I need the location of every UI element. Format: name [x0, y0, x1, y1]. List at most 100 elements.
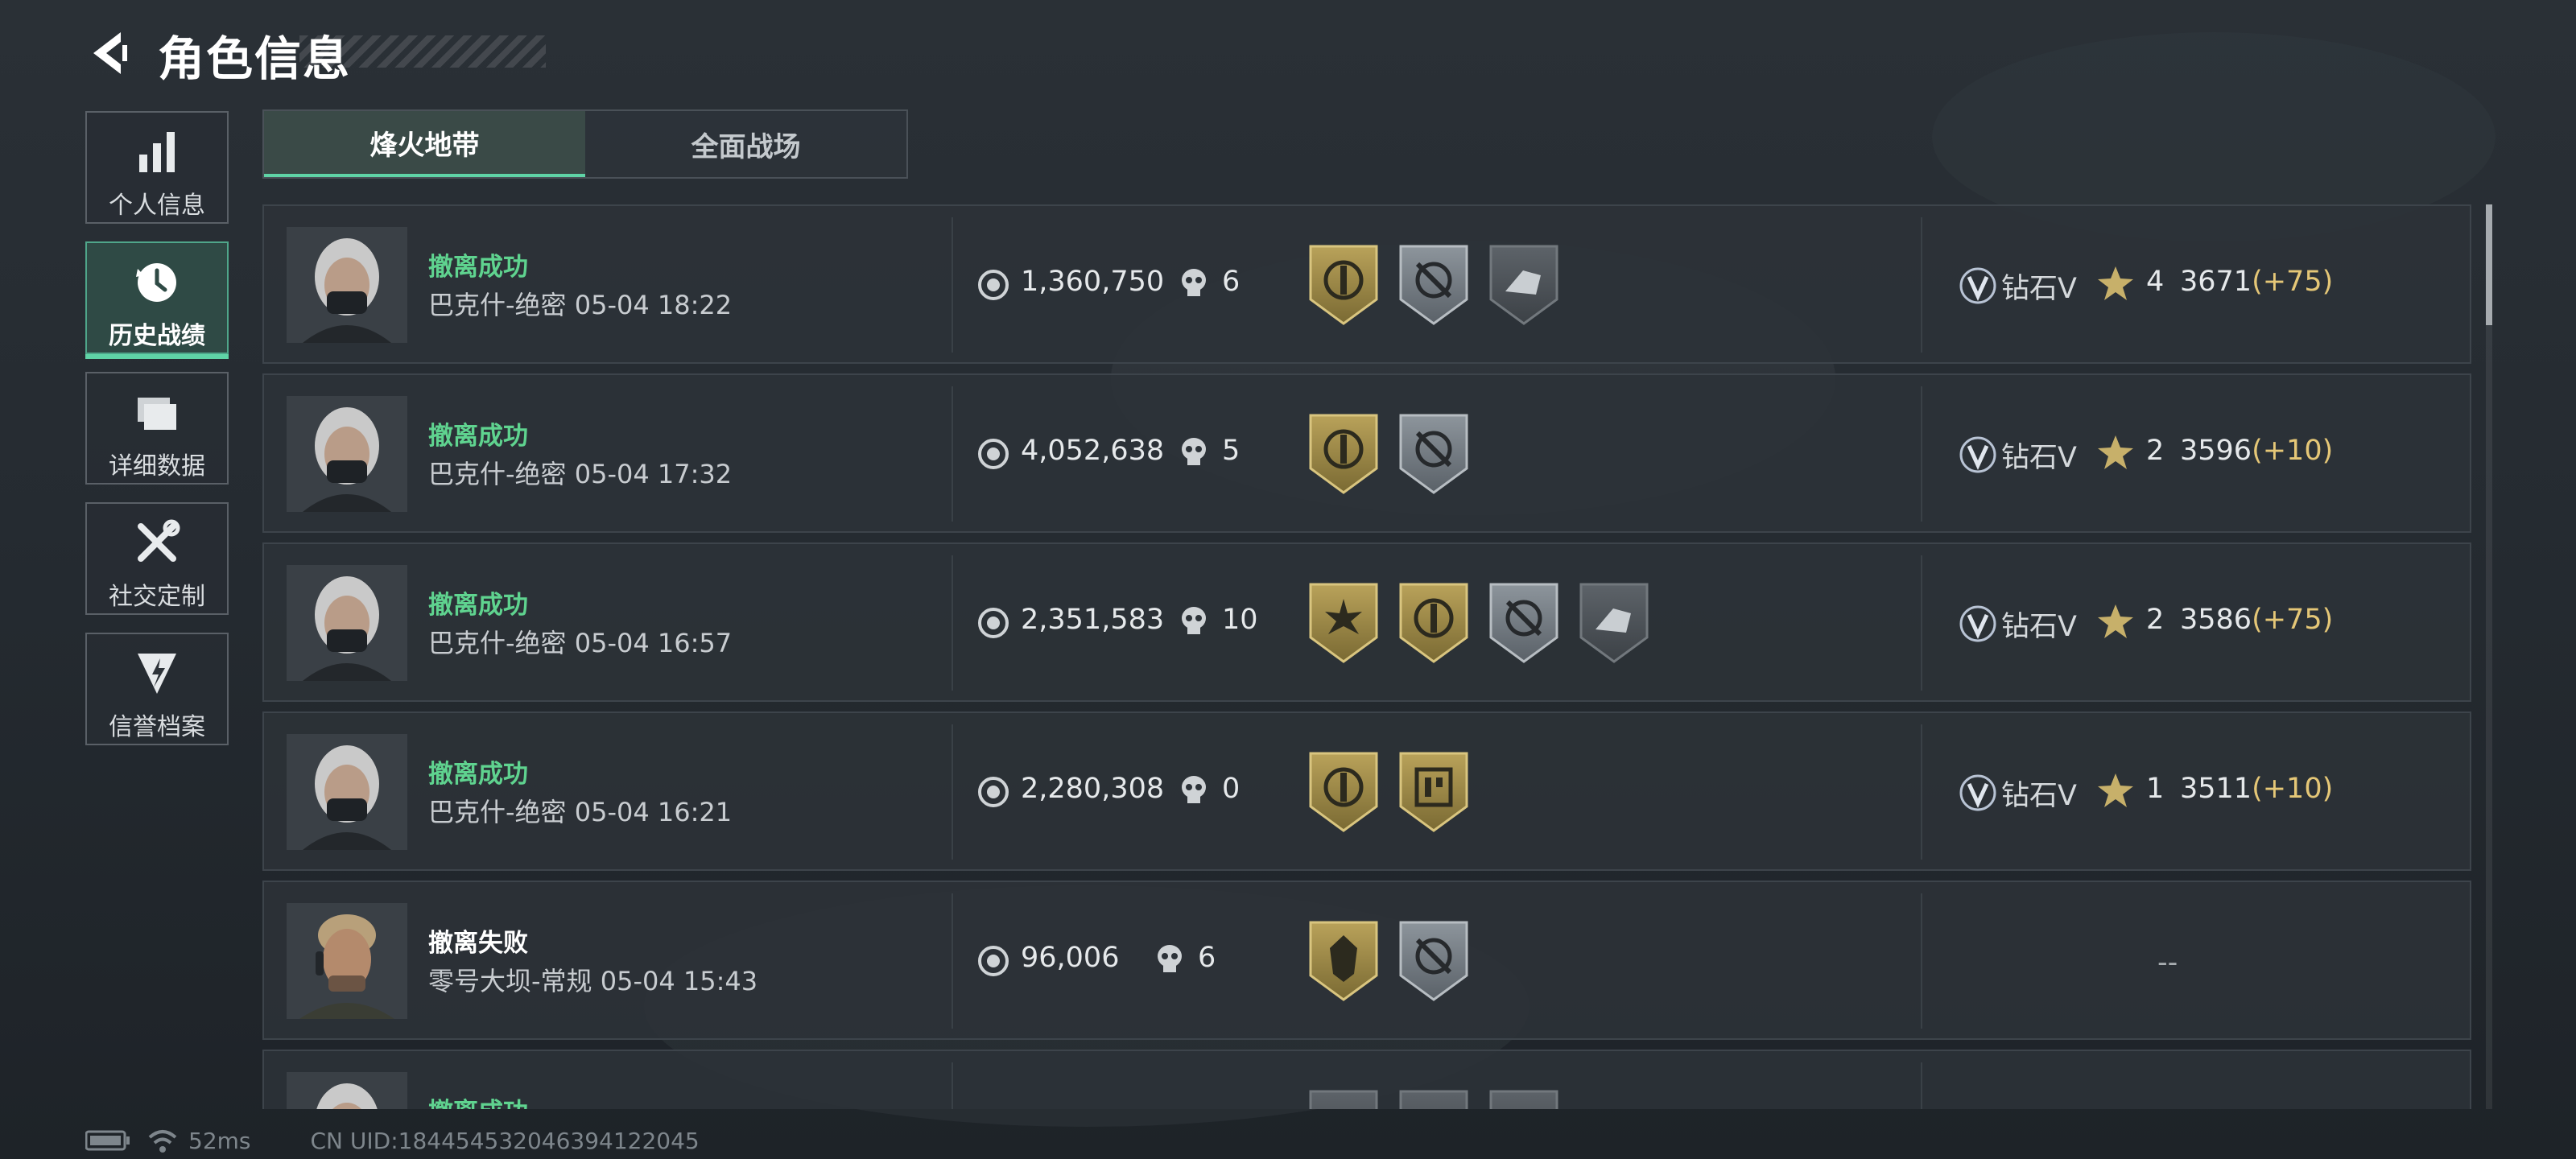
battery-icon — [85, 1130, 130, 1151]
divider — [952, 217, 953, 353]
list-scrollbar[interactable] — [2486, 204, 2492, 1109]
score-value: 3671 — [2180, 266, 2252, 298]
mode-tabs: 烽火地带 全面战场 — [262, 109, 908, 179]
coin-icon — [978, 270, 1009, 300]
match-record-row[interactable]: 撤离成功 巴克什-绝密 05-04 18:22 1,360,750 6 钻石V … — [262, 204, 2471, 364]
star-icon — [2098, 604, 2133, 638]
extraction-status: 撤离成功 — [428, 591, 528, 620]
match-record-row[interactable]: 撤离失败 零号大坝-常规 05-04 15:43 96,006 6 -- — [262, 881, 2471, 1040]
status-footer: 52ms CN UID:1844545320463941220​45 — [85, 1127, 700, 1154]
rank-score: 3671(+75) — [2180, 266, 2333, 298]
star-count: 2 — [2146, 604, 2165, 636]
page-title: 角色信息 — [158, 31, 352, 86]
skull-icon — [1182, 776, 1206, 803]
loot-value: 4,052,638 — [1021, 435, 1165, 467]
match-history-list: 撤离成功 巴克什-绝密 05-04 18:22 1,360,750 6 钻石V … — [262, 204, 2471, 1109]
match-record-row[interactable]: 撤离成功 — [262, 1050, 2471, 1109]
sidebar-item-detailed-data[interactable]: 详细数据 — [85, 372, 229, 485]
extraction-status: 撤离成功 — [428, 253, 528, 282]
network-ping: 52ms — [188, 1127, 251, 1154]
grey-vehicle-badge — [1579, 583, 1649, 663]
score-delta: (+75) — [2252, 604, 2334, 636]
divider — [1921, 893, 1922, 1029]
wifi-icon — [148, 1130, 177, 1153]
divider — [1921, 386, 1922, 522]
grey-badge — [1489, 1090, 1558, 1109]
kill-count: 5 — [1222, 435, 1241, 467]
extraction-status: 撤离成功 — [428, 760, 528, 789]
score-value: 3596 — [2180, 435, 2252, 467]
score-value: 3511 — [2180, 773, 2252, 805]
star-icon — [2098, 773, 2133, 807]
divider — [952, 386, 953, 522]
map-and-time: 巴克什-绝密 05-04 18:22 — [428, 290, 733, 320]
divider — [1921, 555, 1922, 691]
rank-score: 3586(+75) — [2180, 604, 2333, 636]
tab-full-battlefield[interactable]: 全面战场 — [585, 111, 906, 177]
rank-score: 3511(+10) — [2180, 773, 2333, 805]
sidebar-item-label: 详细数据 — [109, 452, 205, 481]
coin-icon — [978, 608, 1009, 638]
rank-name: 钻石V — [2001, 273, 2077, 305]
sidebar-item-match-history[interactable]: 历史战绩 — [85, 241, 229, 359]
divider — [952, 724, 953, 860]
coin-icon — [978, 439, 1009, 469]
divider — [952, 555, 953, 691]
skull-icon — [1158, 945, 1182, 972]
sidebar-item-label: 社交定制 — [109, 583, 205, 611]
gold-emblem-badge — [1399, 583, 1468, 663]
diamond-rank-icon — [1959, 605, 1996, 642]
map-and-time: 巴克什-绝密 05-04 17:32 — [428, 459, 733, 489]
coin-icon — [978, 777, 1009, 807]
score-delta: (+75) — [2252, 266, 2334, 298]
star-count: 4 — [2146, 266, 2165, 298]
kill-count: 6 — [1198, 942, 1216, 974]
loot-value: 2,280,308 — [1021, 773, 1165, 805]
tab-hazard-zone[interactable]: 烽火地带 — [264, 111, 585, 177]
loot-value: 2,351,583 — [1021, 604, 1165, 636]
reputation-icon — [138, 654, 176, 694]
match-record-row[interactable]: 撤离成功 巴克什-绝密 05-04 17:32 4,052,638 5 钻石V … — [262, 373, 2471, 533]
silver-crosshair-badge — [1399, 921, 1468, 1001]
sidebar-item-personal-info[interactable]: 个人信息 — [85, 111, 229, 224]
sidebar-item-reputation[interactable]: 信誉档案 — [85, 633, 229, 745]
operator-avatar-male — [287, 903, 407, 1019]
skull-icon — [1182, 607, 1206, 634]
coin-icon — [978, 946, 1009, 976]
operator-avatar-female — [287, 227, 407, 343]
extraction-status: 撤离失败 — [428, 929, 528, 958]
player-uid: CN UID:1844545320463941220​45 — [310, 1127, 700, 1154]
score-delta: (+10) — [2252, 435, 2334, 467]
grey-vehicle-badge — [1489, 245, 1558, 325]
skull-icon — [1182, 269, 1206, 296]
match-record-row[interactable]: 撤离成功 巴克什-绝密 05-04 16:57 2,351,583 10 钻石V… — [262, 542, 2471, 702]
match-record-row[interactable]: 撤离成功 巴克什-绝密 05-04 16:21 2,280,308 0 钻石V … — [262, 711, 2471, 871]
divider — [952, 893, 953, 1029]
kill-count: 10 — [1222, 604, 1258, 636]
back-button[interactable] — [85, 29, 134, 77]
grey-badge — [1399, 1090, 1468, 1109]
kill-count: 0 — [1222, 773, 1241, 805]
sidebar-item-label: 信誉档案 — [109, 713, 205, 741]
score-value: 3586 — [2180, 604, 2252, 636]
skull-icon — [1182, 438, 1206, 465]
sidebar: 个人信息 历史战绩 详细数据 社交定制 信誉档案 — [85, 111, 232, 763]
score-delta: (+10) — [2252, 773, 2334, 805]
diamond-rank-icon — [1959, 267, 1996, 304]
scrollbar-thumb[interactable] — [2486, 204, 2492, 325]
map-and-time: 巴克什-绝密 05-04 16:21 — [428, 797, 733, 827]
sidebar-item-label: 个人信息 — [109, 192, 205, 220]
folder-icon — [138, 398, 176, 430]
operator-avatar-female — [287, 734, 407, 850]
divider — [1921, 724, 1922, 860]
gold-emblem-badge — [1309, 414, 1378, 494]
gold-emblem-badge — [1309, 245, 1378, 325]
star-count: 1 — [2146, 773, 2165, 805]
rank-score: 3596(+10) — [2180, 435, 2333, 467]
rank-name: 钻石V — [2001, 442, 2077, 474]
diamond-rank-icon — [1959, 774, 1996, 811]
star-count: 2 — [2146, 435, 2165, 467]
sidebar-item-label: 历史战绩 — [109, 322, 205, 350]
sidebar-item-social-custom[interactable]: 社交定制 — [85, 502, 229, 615]
operator-avatar-female — [287, 396, 407, 512]
